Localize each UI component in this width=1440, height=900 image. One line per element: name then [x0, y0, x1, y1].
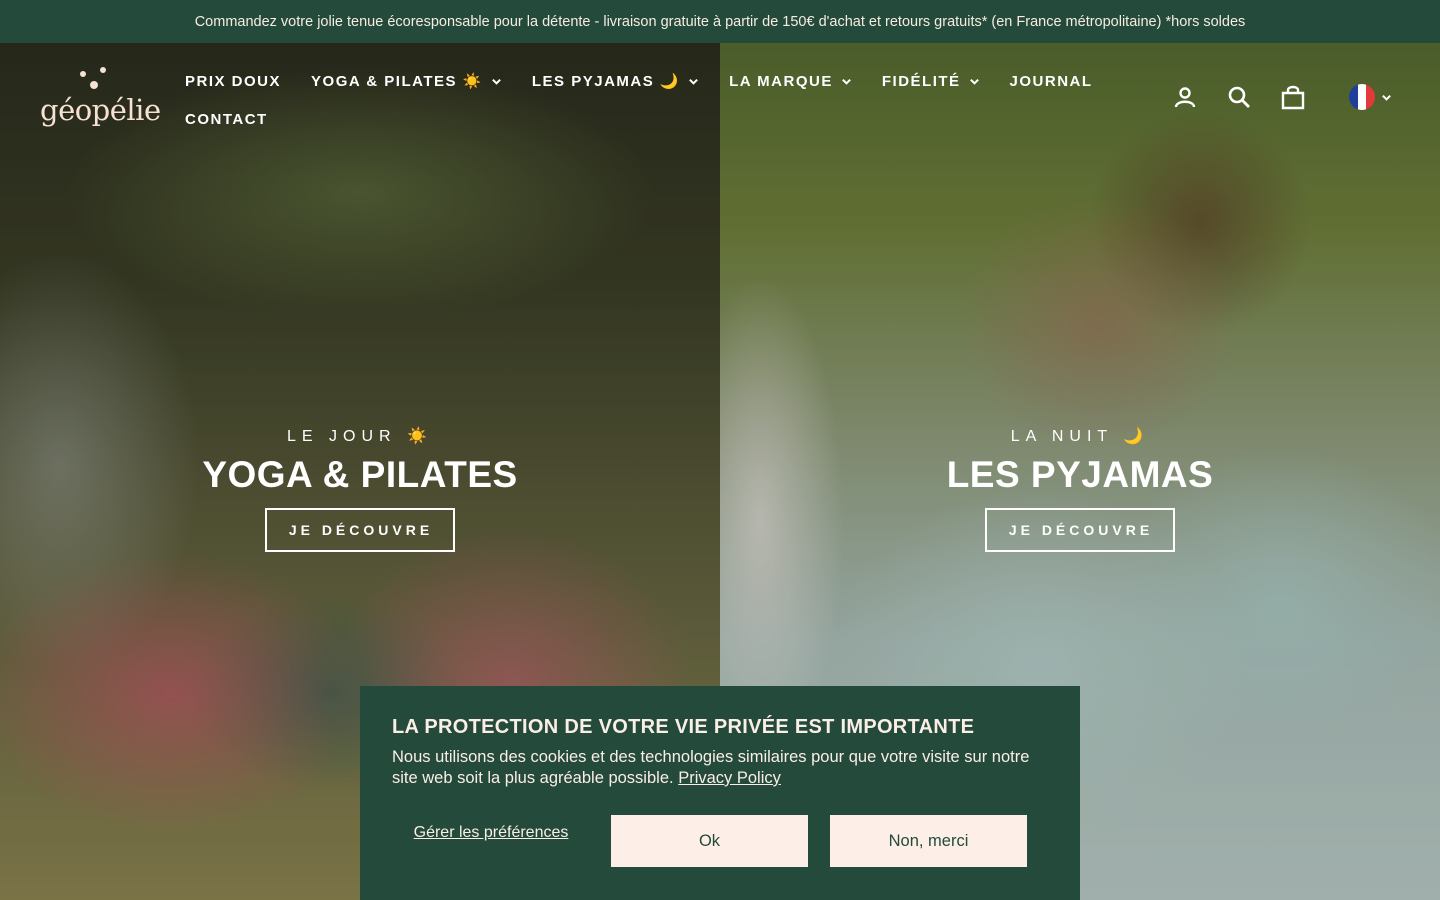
hero-text-pyjamas: LA NUIT 🌙 LES PYJAMAS JE DÉCOUVRE [720, 426, 1440, 552]
nav-item-journal[interactable]: JOURNAL [1010, 73, 1093, 90]
chevron-down-icon [1382, 94, 1391, 101]
nav-item-label: LA MARQUE [729, 72, 833, 90]
search-icon[interactable] [1225, 83, 1253, 111]
nav-item-label: PRIX DOUX [185, 72, 282, 90]
nav-item-fidelite[interactable]: FIDÉLITÉ [882, 73, 980, 90]
nav-item-les-pyjamas[interactable]: LES PYJAMAS 🌙 [532, 72, 699, 90]
chevron-down-icon [841, 78, 851, 85]
hero-kicker-pyjamas: LA NUIT 🌙 [1010, 428, 1150, 445]
cookie-banner: LA PROTECTION DE VOTRE VIE PRIVÉE EST IM… [360, 686, 1080, 900]
main-nav: PRIX DOUX YOGA & PILATES ☀️ LES PYJAMAS … [185, 69, 1091, 145]
nav-item-contact[interactable]: CONTACT [185, 111, 268, 128]
cookie-text: Nous utilisons des cookies et des techno… [392, 747, 1048, 789]
logo[interactable]: géopélie [40, 67, 161, 137]
cookie-actions: Gérer les préférences Ok Non, merci [392, 815, 1048, 867]
nav-item-label: FIDÉLITÉ [881, 72, 961, 90]
logo-wordmark: géopélie [40, 93, 161, 127]
hero-title-yoga: YOGA & PILATES [202, 454, 518, 495]
announcement-text: Commandez votre jolie tenue écoresponsab… [194, 13, 1246, 30]
nav-item-la-marque[interactable]: LA MARQUE [729, 73, 852, 90]
nav-item-prix-doux[interactable]: PRIX DOUX [185, 73, 281, 90]
nav-item-label: CONTACT [185, 110, 268, 128]
cookie-title: LA PROTECTION DE VOTRE VIE PRIVÉE EST IM… [392, 716, 975, 738]
site-header: géopélie PRIX DOUX YOGA & PILATES ☀️ LES… [0, 43, 1440, 153]
manage-preferences-link[interactable]: Gérer les préférences [392, 823, 590, 842]
chevron-down-icon [969, 78, 979, 85]
nav-item-yoga-pilates[interactable]: YOGA & PILATES ☀️ [311, 72, 502, 90]
nav-item-label: YOGA & PILATES ☀️ [311, 73, 483, 90]
cart-icon[interactable] [1279, 83, 1307, 111]
chevron-down-icon [491, 78, 501, 85]
hero-title-pyjamas: LES PYJAMAS [946, 454, 1214, 495]
country-selector[interactable] [1349, 84, 1392, 110]
nav-item-label: JOURNAL [1009, 72, 1093, 90]
hero-kicker-yoga: LE JOUR ☀️ [287, 428, 433, 445]
privacy-policy-link[interactable]: Privacy Policy [678, 769, 781, 787]
announcement-bar: Commandez votre jolie tenue écoresponsab… [0, 0, 1440, 43]
discover-pyjamas-button[interactable]: JE DÉCOUVRE [984, 508, 1176, 552]
chevron-down-icon [689, 78, 698, 85]
france-flag-icon [1349, 84, 1375, 110]
logo-dots-icon [80, 67, 110, 89]
account-icon[interactable] [1171, 83, 1199, 111]
decline-cookies-button[interactable]: Non, merci [830, 815, 1027, 867]
discover-yoga-button[interactable]: JE DÉCOUVRE [264, 508, 456, 552]
nav-item-label: LES PYJAMAS 🌙 [531, 73, 681, 90]
hero-text-yoga: LE JOUR ☀️ YOGA & PILATES JE DÉCOUVRE [0, 426, 720, 552]
accept-cookies-button[interactable]: Ok [611, 815, 808, 867]
header-icons [1171, 83, 1392, 111]
